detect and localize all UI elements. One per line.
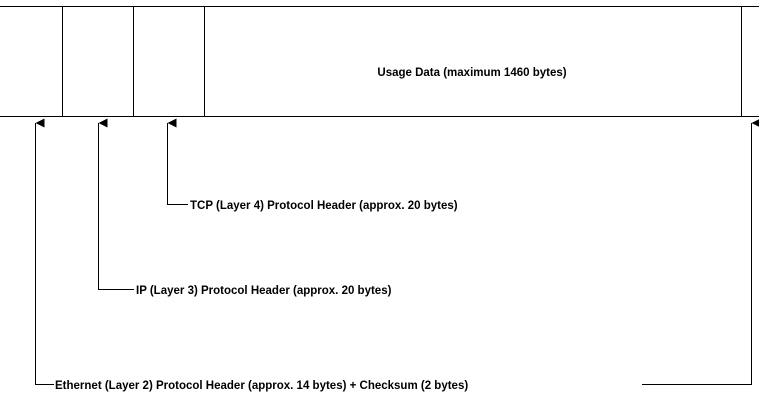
tcp-header-label: TCP (Layer 4) Protocol Header (approx. 2…	[190, 200, 458, 212]
tcp-callout	[167, 118, 188, 205]
ethernet-callout	[35, 118, 759, 385]
ip-header-label: IP (Layer 3) Protocol Header (approx. 20…	[136, 285, 392, 297]
usage-data-label: Usage Data (maximum 1460 bytes)	[377, 67, 566, 79]
ip-callout	[98, 118, 134, 290]
packet-diagram: Usage Data (maximum 1460 bytes) TCP (Lay…	[0, 6, 759, 392]
packet-frame	[0, 6, 759, 117]
ethernet-header-label: Ethernet (Layer 2) Protocol Header (appr…	[55, 380, 468, 392]
